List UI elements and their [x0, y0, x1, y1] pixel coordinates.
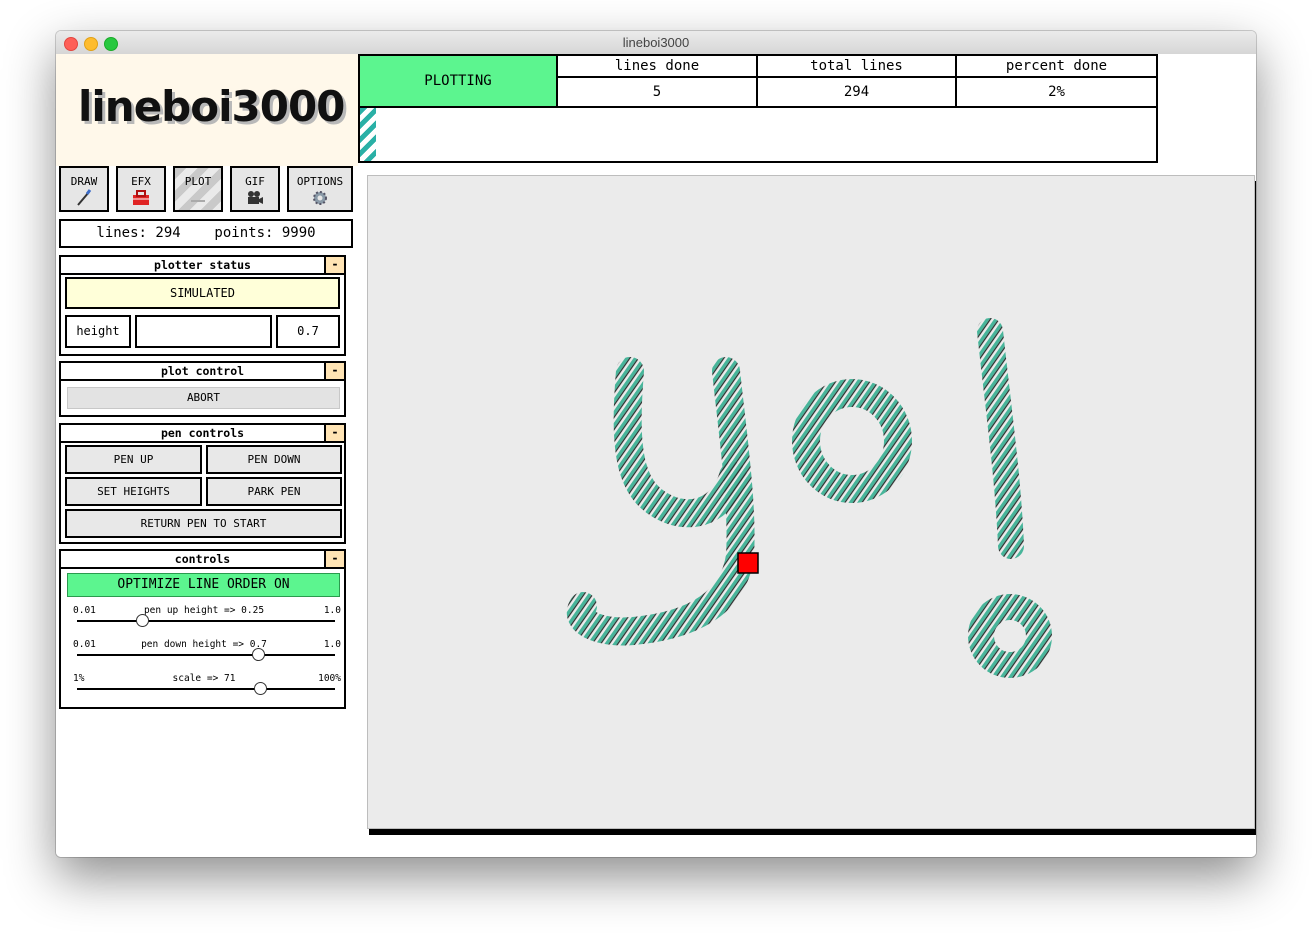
tab-gif-label: GIF [245, 175, 265, 188]
pen-down-button[interactable]: PEN DOWN [206, 445, 342, 474]
plotter-status-panel: plotter status - SIMULATED height 0.7 [59, 255, 346, 356]
height-value: 0.7 [276, 315, 340, 348]
points-label: points: [214, 225, 274, 241]
plot-preview-canvas [367, 175, 1255, 829]
park-pen-button[interactable]: PARK PEN [206, 477, 342, 506]
lines-done-value: 5 [556, 76, 758, 108]
scale-max: 100% [318, 673, 341, 684]
plotting-state: PLOTTING [358, 54, 558, 108]
plotter-status-collapse-button[interactable]: - [324, 257, 344, 273]
pen-position-marker [737, 552, 759, 574]
gear-icon [313, 191, 327, 205]
controls-title: controls [174, 552, 231, 566]
yo-drawing [567, 318, 1052, 678]
pen-up-height-max: 1.0 [323, 605, 341, 616]
plot-control-panel: plot control - ABORT [59, 361, 346, 417]
paintbrush-icon [77, 189, 92, 206]
app-content: lineboi3000 DRAW EFX PLOT GIF OPTIONS li… [56, 54, 1256, 857]
plot-progress-fill [360, 108, 376, 161]
height-bar [135, 315, 272, 348]
scale-label: scale => 71 [172, 673, 236, 684]
pen-down-height-label: pen down height => 0.7 [141, 639, 267, 650]
pen-controls-header: pen controls - [61, 425, 344, 443]
plot-control-title: plot control [160, 364, 245, 378]
pen-down-height-track [77, 654, 335, 656]
tab-gif[interactable]: GIF [230, 166, 280, 212]
pen-up-height-slider[interactable]: 0.01 pen up height => 0.25 1.0 [73, 605, 341, 635]
pen-up-height-track [77, 620, 335, 622]
tab-plot-label: PLOT [184, 175, 212, 188]
plot-preview-drawing [567, 318, 1052, 678]
set-heights-button[interactable]: SET HEIGHTS [65, 477, 202, 506]
plotter-status-title: plotter status [154, 258, 251, 272]
scale-track [77, 688, 335, 690]
scale-slider[interactable]: 1% scale => 71 100% [73, 673, 341, 703]
points-count: 9990 [281, 225, 316, 241]
controls-panel: controls - OPTIMIZE LINE ORDER ON 0.01 p… [59, 549, 346, 709]
lines-count: 294 [155, 225, 181, 241]
scale-knob[interactable] [254, 682, 268, 695]
tab-plot[interactable]: PLOT [173, 166, 223, 212]
tab-options[interactable]: OPTIONS [287, 166, 353, 212]
pen-up-height-knob[interactable] [135, 614, 149, 627]
plot-control-header: plot control - [61, 363, 344, 381]
height-label: height [65, 315, 131, 348]
plotter-status-header: plotter status - [61, 257, 344, 275]
plot-progress-bar [358, 106, 1158, 163]
lines-label: lines: [96, 225, 147, 241]
logo-area: lineboi3000 [56, 54, 358, 166]
percent-done-value: 2% [955, 76, 1158, 108]
camera-icon [248, 191, 263, 204]
pen-down-height-slider[interactable]: 0.01 pen down height => 0.7 1.0 [73, 639, 341, 669]
tab-options-label: OPTIONS [296, 175, 344, 188]
plot-control-collapse-button[interactable]: - [324, 363, 344, 379]
controls-header: controls - [61, 551, 344, 569]
app-window: lineboi3000 lineboi3000 DRAW EFX PLOT GI… [56, 31, 1256, 857]
optimize-line-order-toggle[interactable]: OPTIMIZE LINE ORDER ON [67, 573, 340, 597]
toolbox-icon [133, 190, 149, 205]
main-tabs: DRAW EFX PLOT GIF OPTIONS [59, 166, 355, 216]
lines-done-header: lines done [556, 54, 758, 78]
window-title: lineboi3000 [622, 35, 690, 50]
plot-status-table: PLOTTING lines done total lines percent … [358, 54, 1158, 108]
title-bar: lineboi3000 [56, 31, 1256, 55]
total-lines-value: 294 [756, 76, 957, 108]
total-lines-header: total lines [756, 54, 957, 78]
tab-draw[interactable]: DRAW [59, 166, 109, 212]
drawing-stats: lines: 294 points: 9990 [59, 219, 353, 248]
controls-collapse-button[interactable]: - [324, 551, 344, 567]
pen-controls-panel: pen controls - PEN UP PEN DOWN SET HEIGH… [59, 423, 346, 544]
plot-icon [191, 200, 205, 202]
pen-up-height-label: pen up height => 0.25 [143, 605, 265, 616]
app-logo: lineboi3000 [78, 82, 345, 131]
return-pen-to-start-button[interactable]: RETURN PEN TO START [65, 509, 342, 538]
tab-efx-label: EFX [131, 175, 151, 188]
pen-controls-title: pen controls [160, 426, 245, 440]
abort-button[interactable]: ABORT [67, 387, 340, 409]
tab-draw-label: DRAW [70, 175, 98, 188]
tab-efx[interactable]: EFX [116, 166, 166, 212]
pen-down-height-knob[interactable] [251, 648, 265, 661]
pen-controls-collapse-button[interactable]: - [324, 425, 344, 441]
pen-up-button[interactable]: PEN UP [65, 445, 202, 474]
plotter-status-indicator: SIMULATED [65, 277, 340, 309]
percent-done-header: percent done [955, 54, 1158, 78]
pen-down-height-max: 1.0 [323, 639, 341, 650]
